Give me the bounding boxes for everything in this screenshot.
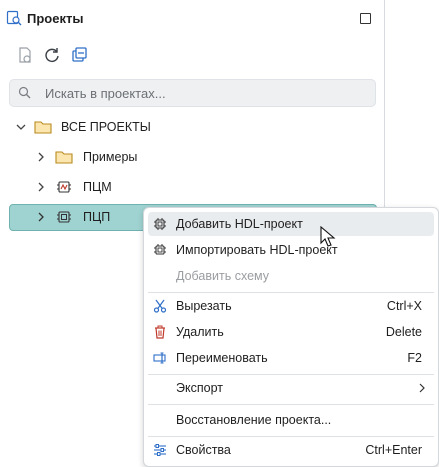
tree-item-label: ВСЕ ПРОЕКТЫ [61, 120, 151, 134]
chip-digital-icon [57, 211, 71, 223]
menu-item-shortcut: Ctrl+X [386, 299, 422, 313]
maximize-icon[interactable] [360, 13, 371, 24]
menu-separator [148, 374, 434, 375]
menu-item-import-hdl-project[interactable]: Импортировать HDL-проект [148, 238, 434, 262]
menu-item-rename[interactable]: Переименовать F2 [148, 346, 434, 370]
collapse-all-icon[interactable] [71, 46, 89, 64]
menu-item-label: Импортировать HDL-проект [176, 243, 338, 257]
menu-separator [148, 436, 434, 437]
chevron-right-icon[interactable] [36, 182, 46, 192]
menu-item-label: Удалить [176, 325, 224, 339]
folder-icon [34, 121, 52, 134]
tree-item-pcm[interactable]: ПЦМ [9, 175, 375, 200]
menu-item-label: Восстановление проекта... [176, 413, 332, 427]
menu-item-restore-project[interactable]: Восстановление проекта... [148, 408, 434, 432]
settings-sliders-icon [154, 444, 166, 456]
menu-item-label: Экспорт [176, 381, 223, 395]
menu-item-export[interactable]: Экспорт [148, 376, 434, 400]
refresh-icon[interactable] [43, 46, 61, 64]
menu-item-add-schematic: Добавить схему [148, 264, 434, 288]
tree-item-label: ПЦП [83, 210, 111, 224]
chevron-right-icon [419, 383, 425, 393]
new-file-icon[interactable] [16, 46, 34, 64]
chip-icon [154, 218, 166, 230]
menu-separator [148, 292, 434, 293]
menu-separator [148, 404, 434, 405]
tree-item-label: Примеры [83, 150, 138, 164]
menu-item-shortcut: F2 [407, 351, 422, 365]
search-input[interactable] [43, 83, 367, 104]
tree-item-examples[interactable]: Примеры [9, 145, 375, 170]
menu-item-label: Добавить HDL-проект [176, 217, 303, 231]
chip-analog-icon [57, 181, 71, 193]
mouse-cursor-icon [320, 226, 336, 247]
menu-item-properties[interactable]: Свойства Ctrl+Enter [148, 438, 434, 462]
menu-item-shortcut: Ctrl+Enter [365, 443, 422, 457]
rename-icon [153, 352, 166, 364]
chevron-right-icon[interactable] [36, 212, 46, 222]
tree-item-all-projects[interactable]: ВСЕ ПРОЕКТЫ [9, 115, 375, 140]
chip-import-icon [154, 244, 166, 255]
folder-icon [55, 151, 73, 164]
project-search-icon [6, 10, 22, 26]
search-icon [18, 86, 31, 99]
menu-item-add-hdl-project[interactable]: Добавить HDL-проект [148, 212, 434, 236]
chevron-right-icon[interactable] [36, 152, 46, 162]
chevron-down-icon[interactable] [16, 122, 26, 132]
menu-item-shortcut: Delete [385, 325, 422, 339]
menu-item-label: Добавить схему [176, 269, 270, 283]
tree-item-label: ПЦМ [83, 180, 112, 194]
panel-header: Проекты [0, 0, 384, 38]
context-menu: Добавить HDL-проект Импортировать HDL-пр… [143, 207, 439, 467]
menu-item-label: Переименовать [176, 351, 268, 365]
search-box[interactable] [9, 79, 376, 107]
panel-title: Проекты [27, 11, 84, 26]
menu-item-cut[interactable]: Вырезать Ctrl+X [148, 294, 434, 318]
trash-icon [155, 325, 165, 339]
menu-item-label: Свойства [176, 443, 231, 457]
scissors-icon [153, 299, 167, 313]
menu-item-label: Вырезать [176, 299, 232, 313]
menu-item-delete[interactable]: Удалить Delete [148, 320, 434, 344]
